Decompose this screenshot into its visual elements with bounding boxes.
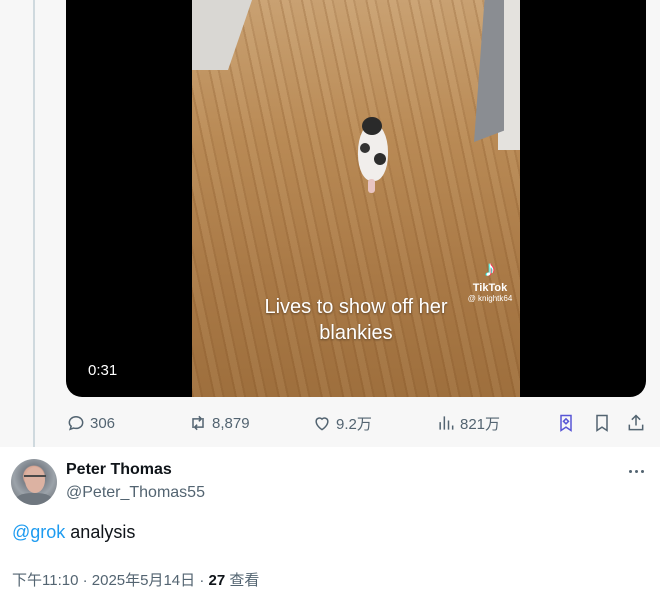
video-caption-line2: blankies <box>319 322 393 344</box>
share-button[interactable] <box>626 407 650 439</box>
like-button[interactable]: 9.2万 <box>312 407 372 439</box>
parent-tweet: ♪ TikTok @ knightk64 Lives to show off h… <box>0 0 660 447</box>
heart-icon <box>315 417 329 431</box>
reply-button[interactable]: 306 <box>66 407 115 439</box>
mention-link[interactable]: @grok <box>12 522 65 542</box>
views-button[interactable]: 821万 <box>436 407 500 439</box>
repost-arrows-icon <box>192 415 204 431</box>
author-name[interactable]: Peter Thomas <box>66 461 172 479</box>
video-wall <box>192 0 252 70</box>
thread-line <box>33 0 35 447</box>
video-caption: Lives to show off her blankies <box>192 294 520 346</box>
avatar[interactable] <box>11 459 57 505</box>
meta-view-count: 27 <box>208 572 226 589</box>
tweet-meta: 下午11:10 · 2025年5月14日 · 27 查看 <box>12 569 259 590</box>
more-dots-icon[interactable] <box>624 460 648 482</box>
repost-count: 8,879 <box>212 414 250 432</box>
video-duration: 0:31 <box>88 362 118 379</box>
video-frame: ♪ TikTok @ knightk64 Lives to show off h… <box>192 0 520 397</box>
bookmark-icon <box>596 414 608 432</box>
bookmark-button[interactable] <box>592 407 616 439</box>
action-bar: 306 8,879 9.2万 821万 <box>66 407 652 439</box>
like-count: 9.2万 <box>336 415 372 433</box>
video-door <box>474 0 504 142</box>
share-upload-icon <box>628 414 644 431</box>
video-player[interactable]: ♪ TikTok @ knightk64 Lives to show off h… <box>66 0 646 397</box>
speech-bubble-icon <box>68 415 84 431</box>
video-piglet <box>358 117 388 193</box>
bar-chart-icon <box>439 416 454 430</box>
repost-button[interactable]: 8,879 <box>188 407 250 439</box>
timestamp[interactable]: 下午11:10 · 2025年5月14日 · <box>12 572 208 589</box>
reply-text: @grok analysis <box>12 522 135 543</box>
tiktok-brand: TikTok <box>472 282 508 294</box>
meta-view-label: 查看 <box>225 572 260 589</box>
reply-count: 306 <box>90 414 116 432</box>
view-count: 821万 <box>460 415 501 433</box>
video-caption-line1: Lives to show off her <box>264 296 448 318</box>
grok-button[interactable] <box>556 407 580 439</box>
grok-bookmark-icon <box>560 414 572 432</box>
author-handle[interactable]: @Peter_Thomas55 <box>66 484 205 502</box>
tiktok-logo-icon: ♪ <box>484 256 496 281</box>
reply-body: analysis <box>65 522 136 542</box>
